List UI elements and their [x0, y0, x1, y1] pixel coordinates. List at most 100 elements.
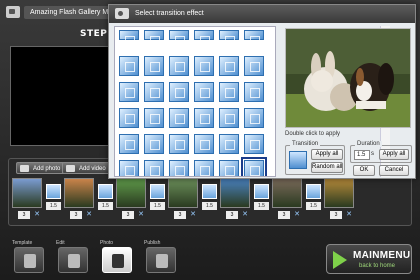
photo-frame[interactable]: 3 ✕: [324, 178, 354, 222]
transition-slot[interactable]: 1.5: [304, 178, 322, 222]
transition-effect-tile[interactable]: [194, 134, 214, 154]
transition-duration: 1.5: [150, 202, 165, 210]
photo-duration[interactable]: 3: [174, 211, 186, 219]
transition-effect-tile[interactable]: [244, 108, 264, 128]
delete-icon[interactable]: ✕: [137, 211, 145, 219]
photo-duration[interactable]: 3: [18, 211, 30, 219]
random-all-button[interactable]: Random all: [311, 162, 343, 173]
photo-duration[interactable]: 3: [278, 211, 290, 219]
transition-effect-tile[interactable]: [169, 134, 189, 154]
transition-effect-tile[interactable]: [194, 56, 214, 76]
photo-thumbnail[interactable]: [64, 178, 94, 208]
nav-tab-template[interactable]: Template: [10, 240, 48, 274]
delete-icon[interactable]: ✕: [293, 211, 301, 219]
delete-icon[interactable]: ✕: [241, 211, 249, 219]
transition-effect-tile[interactable]: [144, 134, 164, 154]
transition-apply-all-button[interactable]: Apply all: [311, 149, 343, 160]
transition-effect-tile[interactable]: [194, 160, 214, 176]
dialog-title: Select transition effect: [135, 10, 204, 17]
transition-slot[interactable]: 1.5: [252, 178, 270, 222]
photo-duration[interactable]: 3: [70, 211, 82, 219]
nav-tab-publish[interactable]: Publish: [142, 240, 180, 274]
photo-thumbnail[interactable]: [324, 178, 354, 208]
photo-frame[interactable]: 3 ✕: [168, 178, 198, 222]
transition-duration: 1.5: [46, 202, 61, 210]
transition-effect-tile[interactable]: [194, 30, 214, 46]
duration-unit: s: [371, 151, 374, 157]
transition-icon[interactable]: [306, 184, 321, 199]
transition-effect-tile[interactable]: [219, 56, 239, 76]
photo-frame[interactable]: 3 ✕: [64, 178, 94, 222]
photo-thumbnail[interactable]: [168, 178, 198, 208]
transition-effect-tile[interactable]: [219, 134, 239, 154]
delete-icon[interactable]: ✕: [189, 211, 197, 219]
transition-effect-tile[interactable]: [144, 30, 164, 46]
mainmenu-title: MAINMENU: [353, 250, 411, 261]
photo-frame[interactable]: 3 ✕: [12, 178, 42, 222]
transition-effect-tile[interactable]: [144, 82, 164, 102]
transition-icon[interactable]: [98, 184, 113, 199]
transition-effect-tile[interactable]: [194, 82, 214, 102]
transition-effect-tile[interactable]: [244, 82, 264, 102]
transition-effect-tile[interactable]: [144, 56, 164, 76]
duration-input[interactable]: 1.5: [354, 150, 370, 160]
transition-effect-tile[interactable]: [219, 82, 239, 102]
photo-duration[interactable]: 3: [122, 211, 134, 219]
transition-effect-tile[interactable]: [219, 160, 239, 176]
transition-slot[interactable]: 1.5: [148, 178, 166, 222]
transition-icon[interactable]: [46, 184, 61, 199]
photo-frame[interactable]: 3 ✕: [272, 178, 302, 222]
photo-thumbnail[interactable]: [116, 178, 146, 208]
transition-group: Transition Apply all Random all: [285, 141, 345, 175]
transition-effect-tile[interactable]: [169, 82, 189, 102]
delete-icon[interactable]: ✕: [345, 211, 353, 219]
transition-slot[interactable]: 1.5: [44, 178, 62, 222]
transition-slot[interactable]: 1.5: [96, 178, 114, 222]
delete-icon[interactable]: ✕: [85, 211, 93, 219]
transition-effect-tile[interactable]: [144, 108, 164, 128]
transition-preview-image: [285, 28, 411, 128]
duration-apply-all-button[interactable]: Apply all: [379, 149, 409, 160]
transition-effect-tile[interactable]: [144, 160, 164, 176]
photo-duration[interactable]: 3: [226, 211, 238, 219]
transition-effect-tile[interactable]: [169, 160, 189, 176]
nav-tab-photo[interactable]: Photo: [98, 240, 136, 274]
transition-slot[interactable]: 1.5: [200, 178, 218, 222]
transition-effect-tile[interactable]: [119, 82, 139, 102]
nav-tab-edit[interactable]: Edit: [54, 240, 92, 274]
photo-frame[interactable]: 3 ✕: [220, 178, 250, 222]
transition-effect-tile[interactable]: [169, 56, 189, 76]
video-icon: [66, 165, 75, 172]
add-photo-button[interactable]: Add photo: [16, 162, 66, 174]
add-video-button[interactable]: Add video: [62, 162, 111, 174]
mainmenu-button[interactable]: MAINMENU back to home: [326, 244, 412, 274]
template-icon: [14, 247, 44, 273]
transition-icon[interactable]: [202, 184, 217, 199]
ok-button[interactable]: OK: [353, 165, 375, 176]
transition-effect-tile[interactable]: [241, 157, 267, 176]
cancel-button[interactable]: Cancel: [379, 165, 409, 176]
transition-effect-tile[interactable]: [119, 134, 139, 154]
transition-effect-tile[interactable]: [169, 30, 189, 46]
transition-effect-tile[interactable]: [119, 160, 139, 176]
transition-icon[interactable]: [150, 184, 165, 199]
transition-effect-tile[interactable]: [119, 108, 139, 128]
transition-effect-tile[interactable]: [244, 30, 264, 46]
photo-thumbnail[interactable]: [12, 178, 42, 208]
transition-effect-tile[interactable]: [194, 108, 214, 128]
delete-icon[interactable]: ✕: [33, 211, 41, 219]
transition-duration: 1.5: [98, 202, 113, 210]
photo-thumbnail[interactable]: [220, 178, 250, 208]
photo-thumbnail[interactable]: [272, 178, 302, 208]
photo-frame[interactable]: 3 ✕: [116, 178, 146, 222]
photo-duration[interactable]: 3: [330, 211, 342, 219]
transition-effect-tile[interactable]: [219, 30, 239, 46]
transition-effect-tile[interactable]: [244, 134, 264, 154]
transition-duration: 1.5: [306, 202, 321, 210]
transition-icon[interactable]: [254, 184, 269, 199]
transition-effect-tile[interactable]: [169, 108, 189, 128]
transition-effect-tile[interactable]: [119, 30, 139, 46]
transition-effect-tile[interactable]: [119, 56, 139, 76]
transition-effect-tile[interactable]: [219, 108, 239, 128]
transition-effect-tile[interactable]: [244, 56, 264, 76]
